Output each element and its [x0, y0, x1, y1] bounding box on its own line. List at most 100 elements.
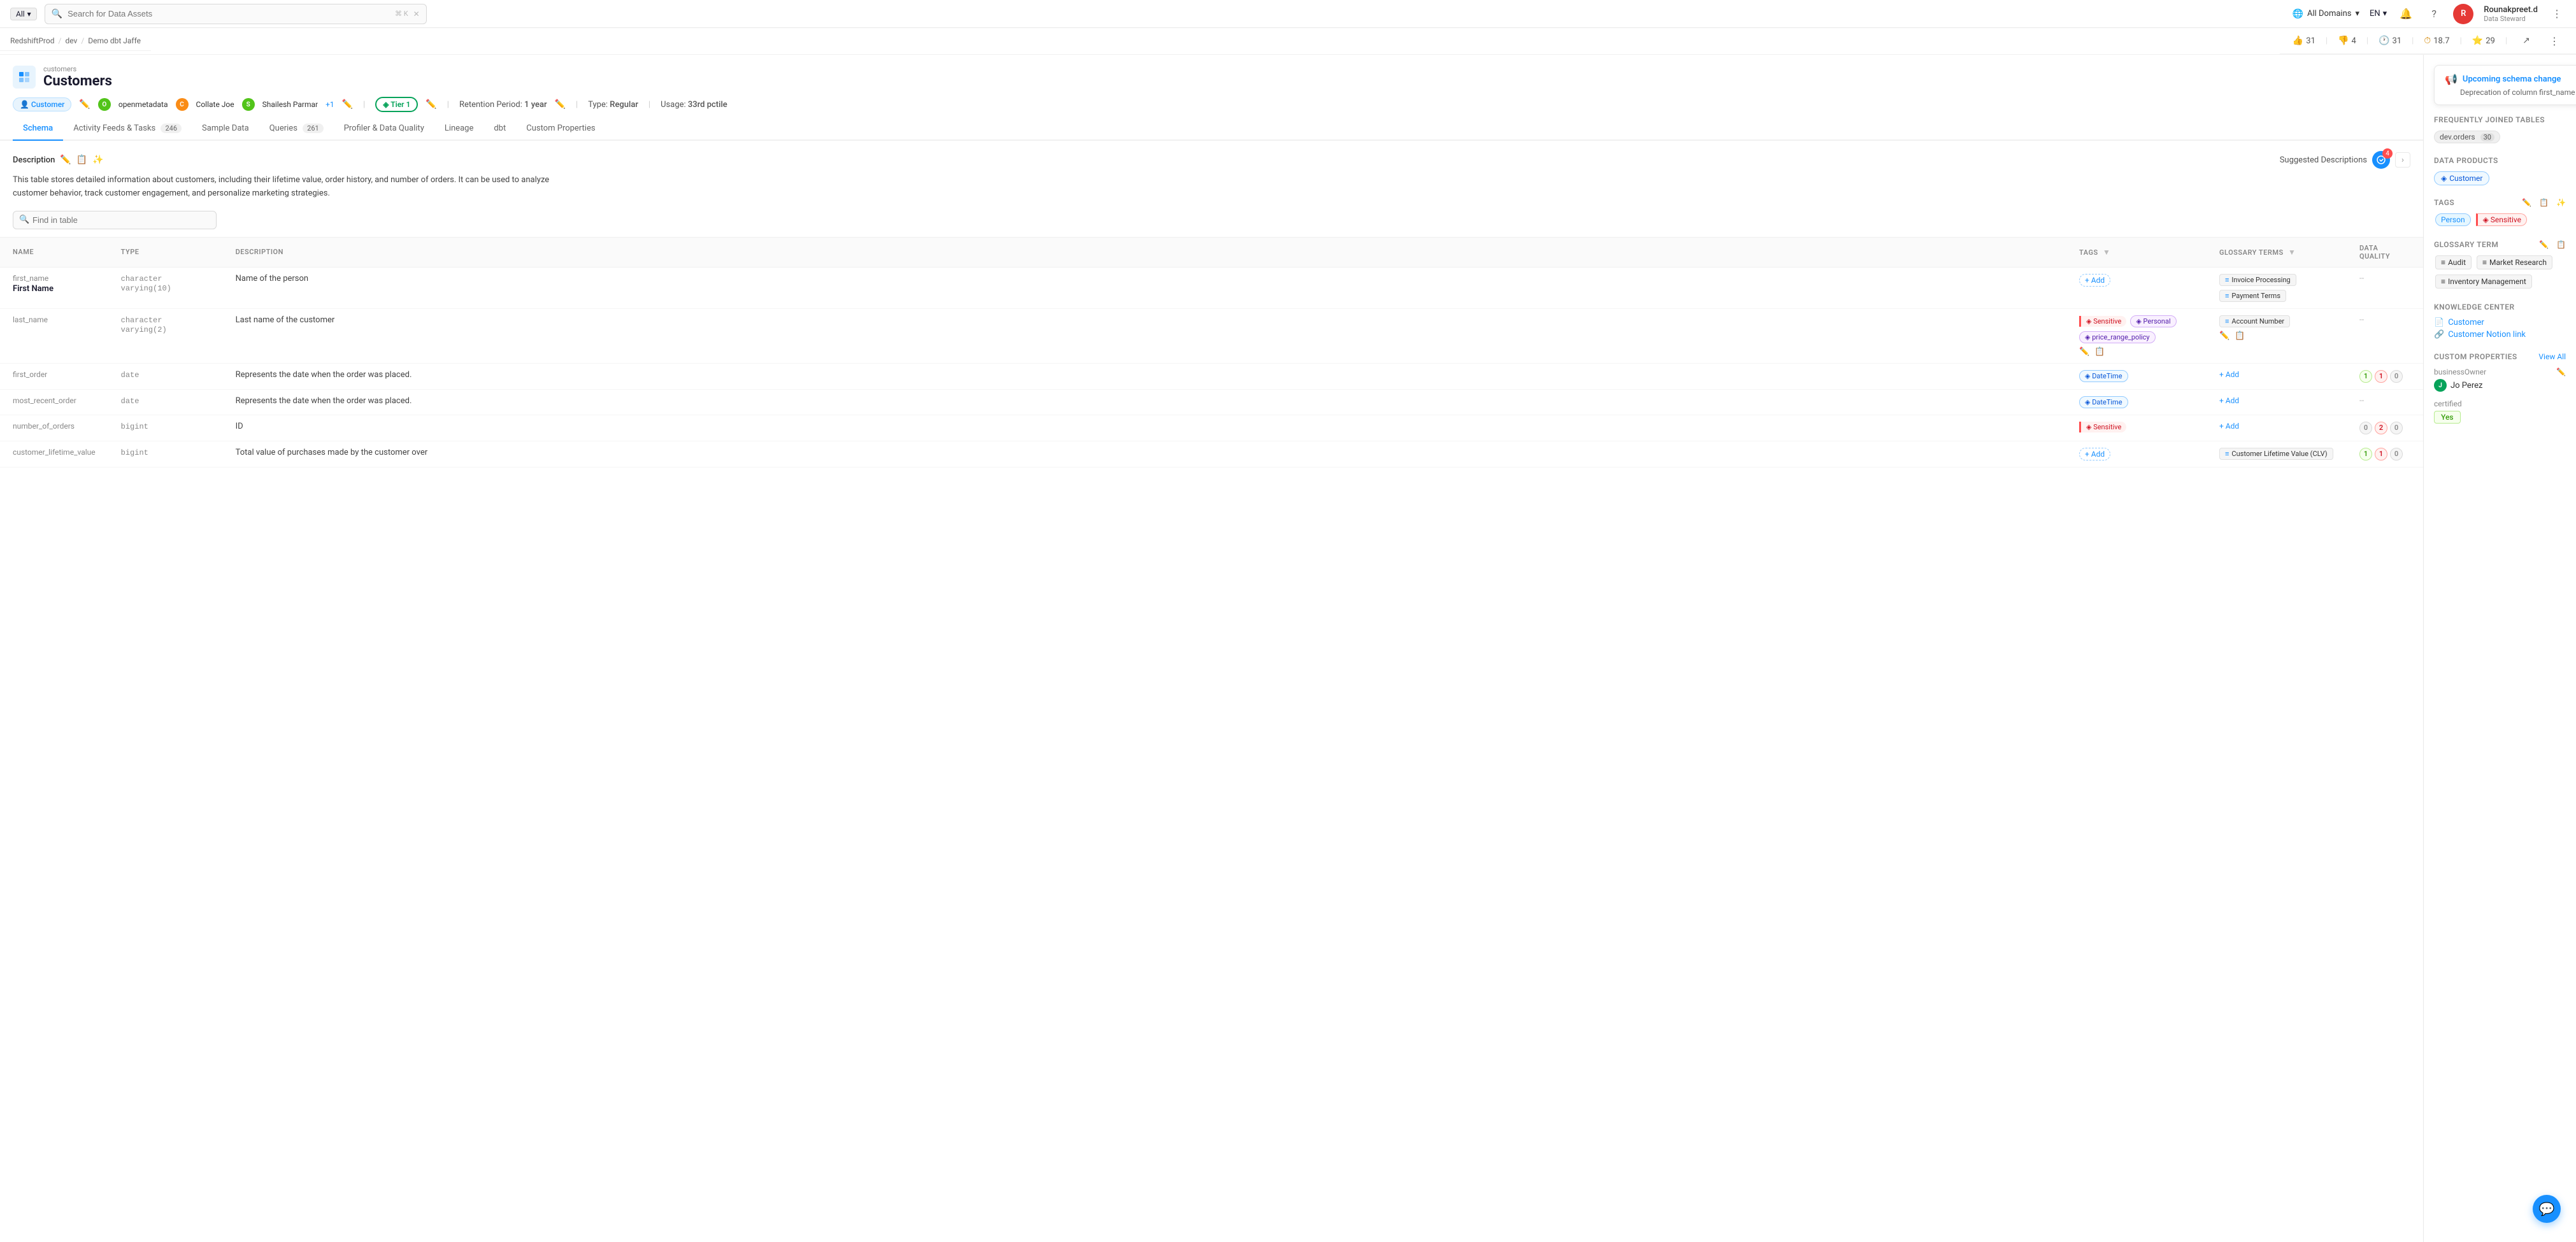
col-quality-cell: 1 1 0	[2347, 441, 2423, 467]
tags-filter-icon[interactable]: ▼	[2103, 248, 2110, 257]
owner-collatejoe-label[interactable]: Collate Joe	[196, 100, 234, 109]
knowledge-customer-link[interactable]: 📄 Customer	[2434, 318, 2566, 327]
tab-lineage[interactable]: Lineage	[434, 117, 484, 141]
col-header-glossary: GLOSSARY TERMS ▼	[2207, 237, 2347, 267]
quality-fail-dot: 2	[2375, 422, 2387, 434]
search-pill[interactable]: All ▾	[10, 8, 37, 20]
add-glossary-button[interactable]: + Add	[2219, 370, 2239, 379]
edit-owner-icon[interactable]: ✏️	[79, 99, 90, 110]
suggested-badge[interactable]: 4	[2372, 151, 2390, 169]
copy-description-icon[interactable]: 📋	[76, 155, 87, 165]
thumbs-down-button[interactable]: 👎 4	[2338, 36, 2356, 46]
announcement-banner: 📢 Upcoming schema change Deprecation of …	[2434, 65, 2576, 105]
asset-more-button[interactable]: ⋮	[2545, 32, 2563, 50]
edit-tags-panel-icon[interactable]: ✏️	[2522, 198, 2531, 207]
more-options-button[interactable]: ⋮	[2548, 5, 2566, 23]
col-glossary-cell: ≡ Customer Lifetime Value (CLV)	[2207, 441, 2347, 467]
glossary-audit[interactable]: ≡ Audit	[2435, 255, 2472, 269]
add-tag-button[interactable]: + Add	[2079, 274, 2110, 287]
tag-datetime[interactable]: ◈ DateTime	[2079, 396, 2128, 408]
edit-tier-icon[interactable]: ✏️	[426, 99, 436, 110]
tag-sensitive[interactable]: ◈ Sensitive	[2079, 316, 2126, 327]
thumbs-up-button[interactable]: 👍 31	[2293, 36, 2315, 46]
search-input[interactable]	[68, 9, 390, 18]
tag-sensitive[interactable]: ◈ Sensitive	[2079, 422, 2126, 432]
edit-glossary-icon[interactable]: ✏️	[2219, 331, 2229, 341]
ai-description-icon[interactable]: ✨	[92, 155, 103, 165]
clear-search-icon[interactable]: ✕	[413, 10, 420, 18]
jo-perez-name[interactable]: Jo Perez	[2451, 381, 2482, 390]
tier-chip[interactable]: ◈ Tier 1	[375, 97, 418, 112]
timer-stat[interactable]: ⏱ 18.7	[2424, 36, 2449, 46]
edit-description-icon[interactable]: ✏️	[60, 155, 71, 165]
tab-queries[interactable]: Queries 261	[259, 117, 334, 141]
edit-tags-icon[interactable]: ✏️	[2079, 347, 2089, 357]
edit-business-owner-icon[interactable]: ✏️	[2556, 368, 2566, 376]
view-all-button[interactable]: View All	[2538, 352, 2566, 361]
edit-retention-icon[interactable]: ✏️	[555, 99, 566, 110]
add-glossary-button[interactable]: + Add	[2219, 422, 2239, 431]
tab-dbt[interactable]: dbt	[483, 117, 516, 141]
table-row: most_recent_order date Represents the da…	[0, 389, 2423, 415]
knowledge-notion-link[interactable]: 🔗 Customer Notion link	[2434, 330, 2566, 339]
copy-tags-icon[interactable]: 📋	[2094, 347, 2105, 357]
star-button[interactable]: ⭐ 29	[2472, 36, 2495, 46]
notifications-button[interactable]: 🔔	[2397, 5, 2415, 23]
glossary-chip-clv[interactable]: ≡ Customer Lifetime Value (CLV)	[2219, 448, 2333, 460]
glossary-filter-icon[interactable]: ▼	[2288, 248, 2296, 257]
panel-tag-sensitive[interactable]: ◈ Sensitive	[2476, 213, 2527, 226]
add-glossary-button[interactable]: + Add	[2219, 396, 2239, 405]
certified-property: certified Yes	[2434, 399, 2566, 424]
search-bar[interactable]: 🔍 ⌘ K ✕	[45, 4, 427, 24]
owner-shailesh-label[interactable]: Shailesh Parmar	[262, 100, 318, 109]
col-type-cell: character varying(10)	[108, 267, 223, 308]
copy-tags-panel-icon[interactable]: 📋	[2539, 198, 2549, 207]
edit-glossary-panel-icon[interactable]: ✏️	[2539, 240, 2549, 249]
data-product-customer[interactable]: ◈ Customer	[2434, 171, 2489, 185]
glossary-chip-invoice[interactable]: ≡ Invoice Processing	[2219, 274, 2296, 286]
chat-button[interactable]: 💬	[2533, 1195, 2561, 1223]
copy-glossary-panel-icon[interactable]: 📋	[2556, 240, 2566, 249]
avatar[interactable]: R	[2453, 4, 2473, 24]
domain-selector[interactable]: 🌐 All Domains ▾	[2293, 9, 2359, 19]
help-button[interactable]: ?	[2425, 5, 2443, 23]
breadcrumb-redshiftprod[interactable]: RedshiftProd	[10, 36, 54, 45]
tag-price-policy[interactable]: ◈ price_range_policy	[2079, 331, 2156, 343]
glossary-inventory[interactable]: ≡ Inventory Management	[2435, 275, 2532, 289]
panel-toggle-button[interactable]: ›	[2395, 152, 2410, 168]
joined-count: 30	[2480, 133, 2494, 141]
schema-table: NAME TYPE DESCRIPTION TAGS ▼	[0, 237, 2423, 468]
glossary-chip-payment[interactable]: ≡ Payment Terms	[2219, 290, 2286, 302]
tag-personal[interactable]: ◈ Personal	[2130, 315, 2176, 327]
tag-datetime[interactable]: ◈ DateTime	[2079, 370, 2128, 382]
tab-activity[interactable]: Activity Feeds & Tasks 246	[63, 117, 192, 141]
ai-tags-panel-icon[interactable]: ✨	[2556, 198, 2566, 207]
table-search-input[interactable]	[13, 211, 217, 229]
owner-customer-chip[interactable]: 👤 Customer	[13, 97, 71, 111]
add-tag-button[interactable]: + Add	[2079, 448, 2110, 460]
owner-openmetadata-label[interactable]: openmetadata	[118, 100, 168, 109]
owner-more-button[interactable]: +1	[326, 100, 334, 109]
share-button[interactable]: ↗	[2517, 32, 2535, 50]
tab-custom[interactable]: Custom Properties	[516, 117, 605, 141]
breadcrumb-demo[interactable]: Demo dbt Jaffe	[88, 36, 141, 45]
tab-profiler[interactable]: Profiler & Data Quality	[334, 117, 434, 141]
quality-dash: --	[2359, 274, 2364, 283]
edit-owners-icon[interactable]: ✏️	[342, 99, 353, 110]
tab-sample[interactable]: Sample Data	[192, 117, 259, 141]
copy-glossary-icon[interactable]: 📋	[2235, 331, 2245, 341]
breadcrumb-dev[interactable]: dev	[65, 36, 77, 45]
language-selector[interactable]: EN ▾	[2370, 9, 2387, 18]
description-section: Description ✏️ 📋 ✨ Suggested Description…	[0, 141, 2423, 206]
joined-table-chip[interactable]: dev.orders 30	[2434, 131, 2500, 143]
announcement-title: Upcoming schema change	[2463, 75, 2561, 84]
col-name-cell: number_of_orders	[0, 415, 108, 441]
glossary-list: ≡ Audit ≡ Market Research ≡ Inventory Ma…	[2434, 254, 2566, 290]
data-products-title: Data Products	[2434, 156, 2566, 165]
panel-tag-person[interactable]: Person	[2435, 213, 2471, 226]
col-header-name: NAME	[0, 237, 108, 267]
glossary-market-research[interactable]: ≡ Market Research	[2477, 255, 2552, 269]
tab-schema[interactable]: Schema	[13, 117, 63, 141]
glossary-chip-account[interactable]: ≡ Account Number	[2219, 315, 2290, 327]
clock-stat[interactable]: 🕐 31	[2379, 36, 2401, 46]
